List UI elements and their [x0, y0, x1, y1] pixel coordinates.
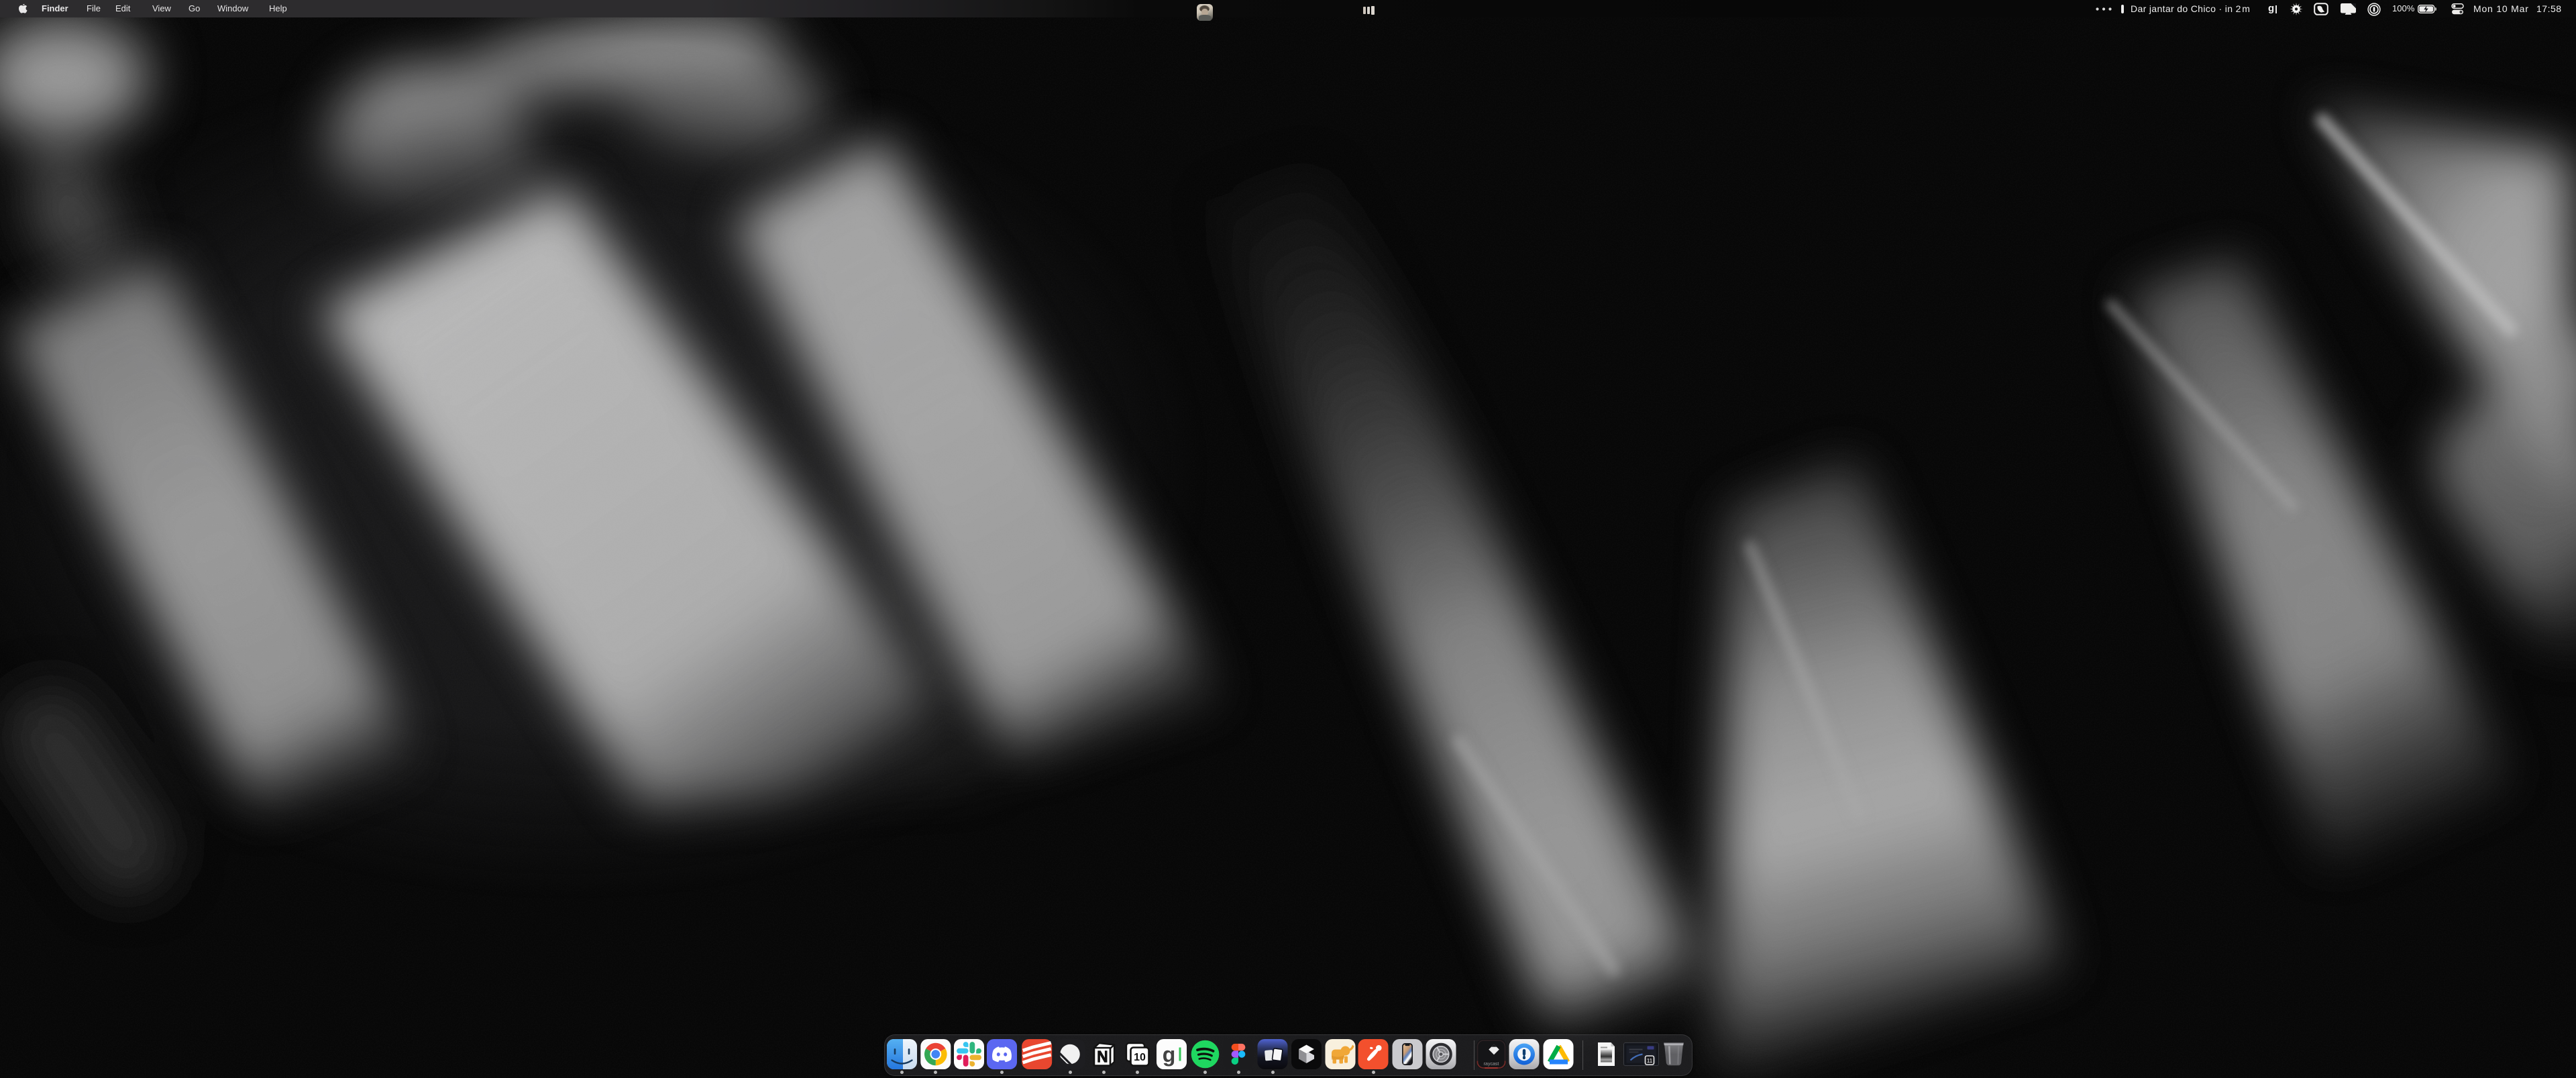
- svg-text:10: 10: [1134, 1052, 1146, 1063]
- svg-text:11: 11: [1647, 1058, 1653, 1064]
- svg-text:g: g: [1163, 1042, 1176, 1067]
- svg-text:raycast: raycast: [1484, 1062, 1499, 1067]
